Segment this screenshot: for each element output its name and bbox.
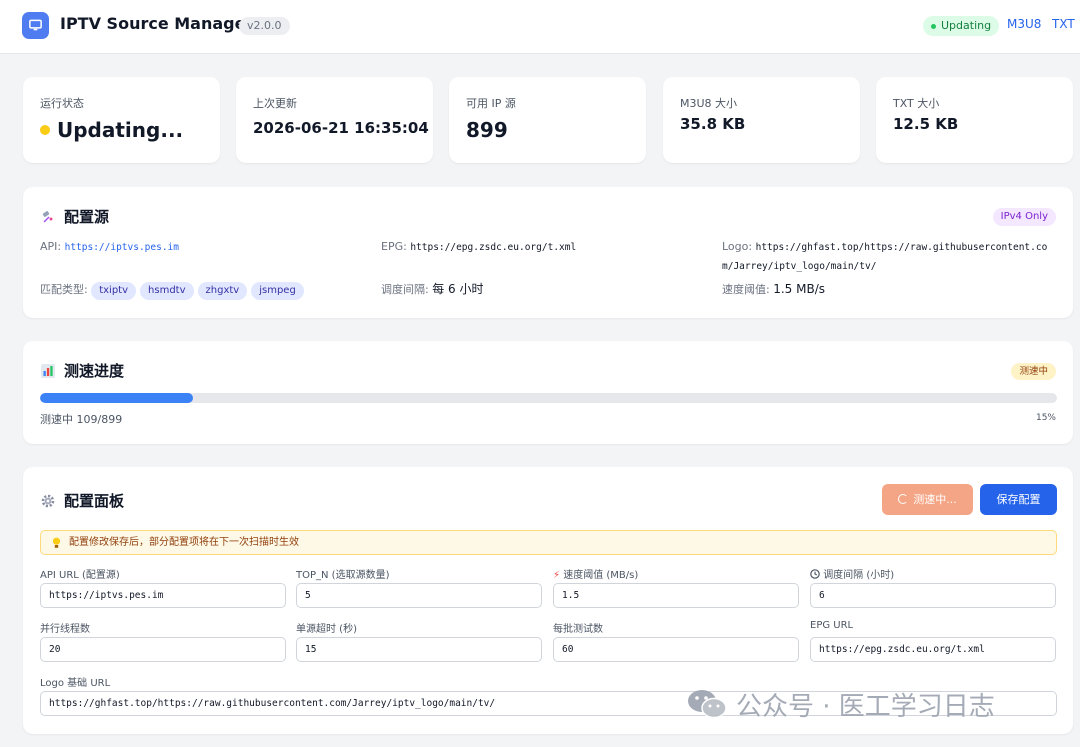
panel-title-text: 配置面板 [64,492,125,510]
lightning-icon: ⚡ [553,570,561,581]
config-source-panel: 配置源 IPv4 Only API: https://iptvs.pes.im … [23,187,1073,318]
stat-card-m3u8-size: M3U8 大小 35.8 KB [663,77,860,163]
match-info: 匹配类型: txiptv hsmdtv zhgxtv jsmpeg [40,281,308,300]
test-button-label: 测速中... [913,493,957,506]
status-dot-icon [931,24,936,29]
interval-value: 每 6 小时 [432,282,484,296]
spinner-icon [898,494,909,504]
interval-field-label: 调度间隔 (小时) [810,566,894,581]
speed-threshold-text: 速度阈值 (MB/s) [563,570,639,581]
api-link[interactable]: https://iptvs.pes.im [65,242,179,253]
status-value: Updating... [57,118,184,142]
notice-banner: 配置修改保存后，部分配置项将在下一次扫描时生效 [40,530,1057,555]
logo-value: https://ghfast.top/https://raw.githubuse… [722,242,1048,272]
status-label: Updating [941,19,992,32]
stat-label: TXT 大小 [893,97,940,110]
progress-text: 测速中 109/899 [40,413,123,426]
lightbulb-icon [52,537,61,548]
interval-field-text: 调度间隔 (小时) [823,570,895,581]
epg-info: EPG: https://epg.zsdc.eu.org/t.xml [381,238,576,257]
speed-threshold-input[interactable]: 1.5 [553,583,799,608]
epg-url-input[interactable]: https://epg.zsdc.eu.org/t.xml [810,637,1056,662]
interval-info: 调度间隔: 每 6 小时 [381,280,483,299]
progress-bar-fill [40,393,193,403]
progress-panel: 测速进度 测速中 测速中 109/899 15% [23,341,1073,444]
stat-value: 2026-06-21 16:35:04 [253,119,429,137]
stat-value: Updating... [40,118,183,142]
timeout-input[interactable]: 15 [296,637,542,662]
watermark-text: 公众号 · 医工学习日志 [736,691,995,722]
ipv4-badge: IPv4 Only [992,208,1056,226]
speed-threshold-label: ⚡ 速度阈值 (MB/s) [553,566,638,581]
match-tag: txiptv [91,282,137,300]
stat-card-last-update: 上次更新 2026-06-21 16:35:04 [236,77,433,163]
top-n-label: TOP_N (选取源数量) [296,570,390,581]
stat-card-status: 运行状态 Updating... [23,77,220,163]
config-source-title: 配置源 [40,206,109,227]
logo-url-label: Logo 基础 URL [40,678,111,689]
logo-info: Logo: https://ghfast.top/https://raw.git… [722,238,1052,276]
stat-value: 12.5 KB [893,115,959,133]
txt-link[interactable]: TXT [1052,17,1075,31]
stat-label: 上次更新 [253,97,297,110]
panel-title-text: 配置源 [64,208,110,226]
config-panel-title: 配置面板 [40,490,124,511]
match-tag: jsmpeg [251,282,304,300]
threads-label: 并行线程数 [40,624,90,635]
status-badge: Updating [923,16,1000,36]
epg-value: https://epg.zsdc.eu.org/t.xml [410,242,577,253]
interval-input[interactable]: 6 [810,583,1056,608]
stat-label: 运行状态 [40,97,84,110]
speed-value: 1.5 MB/s [773,282,825,296]
api-url-label: API URL (配置源) [40,570,120,581]
stat-label: 可用 IP 源 [466,97,516,110]
stat-value: 35.8 KB [680,115,746,133]
batch-input[interactable]: 60 [553,637,799,662]
m3u8-link[interactable]: M3U8 [1007,17,1041,31]
threads-input[interactable]: 20 [40,637,286,662]
watermark: 公众号 · 医工学习日志 [687,684,995,724]
stat-card-txt-size: TXT 大小 12.5 KB [876,77,1073,163]
updating-dot-icon [40,125,50,135]
wechat-icon [688,690,727,719]
test-speed-button[interactable]: 测速中... [882,484,973,515]
progress-percent: 15% [1035,413,1056,423]
interval-label: 调度间隔: [381,283,429,296]
app-title: IPTV Source Manager [60,14,254,33]
top-bar: IPTV Source Manager v2.0.0 Updating M3U8… [0,0,1080,54]
speed-label: 速度阈值: [722,283,770,296]
progress-bar [40,393,1057,403]
timeout-label: 单源超时 (秒) [296,624,357,635]
epg-url-label: EPG URL [810,620,854,631]
clock-icon [810,569,820,579]
notice-text: 配置修改保存后，部分配置项将在下一次扫描时生效 [69,537,299,548]
satellite-icon [42,210,53,223]
match-label: 匹配类型: [40,283,88,296]
api-url-input[interactable]: https://iptvs.pes.im [40,583,286,608]
top-n-input[interactable]: 5 [296,583,542,608]
match-tag: zhgxtv [197,282,248,300]
logo-label: Logo: [722,240,753,253]
stat-label: M3U8 大小 [680,97,738,110]
stat-value: 899 [466,118,508,142]
testing-badge: 测速中 [1011,363,1056,380]
api-label: API: [40,240,62,253]
bar-chart-icon [41,363,55,378]
gear-icon [41,494,55,507]
progress-title: 测速进度 [40,360,124,381]
speed-info: 速度阈值: 1.5 MB/s [722,280,825,299]
panel-title-text: 测速进度 [64,362,125,380]
match-tag: hsmdtv [140,282,194,300]
stat-card-ip-sources: 可用 IP 源 899 [449,77,646,163]
monitor-icon [22,12,49,39]
batch-label: 每批测试数 [553,624,603,635]
epg-label: EPG: [381,240,407,253]
save-config-button[interactable]: 保存配置 [980,484,1057,515]
api-info: API: https://iptvs.pes.im [40,238,179,257]
version-badge: v2.0.0 [239,17,290,35]
